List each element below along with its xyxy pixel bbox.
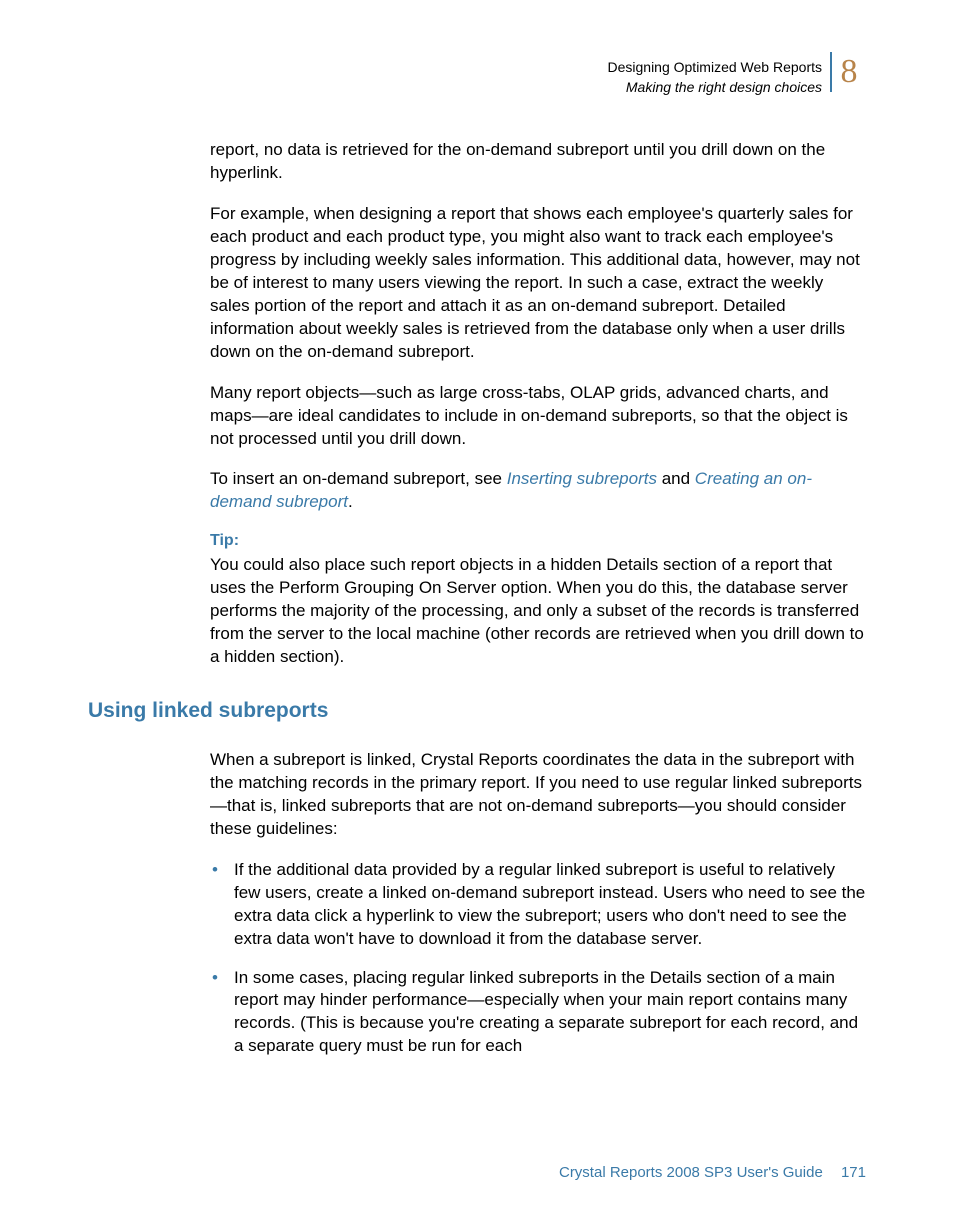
body-content: report, no data is retrieved for the on-… bbox=[210, 139, 866, 669]
paragraph: For example, when designing a report tha… bbox=[210, 203, 866, 364]
text-run: To insert an on-demand subreport, see bbox=[210, 469, 507, 488]
page-container: Designing Optimized Web Reports Making t… bbox=[0, 0, 954, 1058]
page-footer: Crystal Reports 2008 SP3 User's Guide 17… bbox=[559, 1164, 866, 1181]
text-run: and bbox=[657, 469, 695, 488]
footer-page-number: 171 bbox=[841, 1164, 866, 1181]
bullet-list: If the additional data provided by a reg… bbox=[210, 859, 866, 1059]
chapter-number: 8 bbox=[841, 53, 858, 91]
paragraph: report, no data is retrieved for the on-… bbox=[210, 139, 866, 185]
list-item: In some cases, placing regular linked su… bbox=[210, 967, 866, 1059]
chapter-badge: 8 bbox=[830, 52, 866, 92]
section-heading: Using linked subreports bbox=[88, 699, 866, 723]
footer-doc-title: Crystal Reports 2008 SP3 User's Guide bbox=[559, 1164, 823, 1181]
link-inserting-subreports[interactable]: Inserting subreports bbox=[507, 469, 657, 488]
page-header: Designing Optimized Web Reports Making t… bbox=[88, 58, 866, 97]
section-intro: When a subreport is linked, Crystal Repo… bbox=[210, 749, 866, 841]
list-item: If the additional data provided by a reg… bbox=[210, 859, 866, 951]
text-run: . bbox=[348, 492, 353, 511]
header-title: Designing Optimized Web Reports bbox=[88, 58, 822, 78]
paragraph: To insert an on-demand subreport, see In… bbox=[210, 468, 866, 514]
tip-body: You could also place such report objects… bbox=[210, 554, 866, 669]
header-subtitle: Making the right design choices bbox=[88, 78, 822, 98]
section-content: When a subreport is linked, Crystal Repo… bbox=[210, 749, 866, 1058]
paragraph: Many report objects—such as large cross-… bbox=[210, 382, 866, 451]
tip-label: Tip: bbox=[210, 532, 866, 550]
